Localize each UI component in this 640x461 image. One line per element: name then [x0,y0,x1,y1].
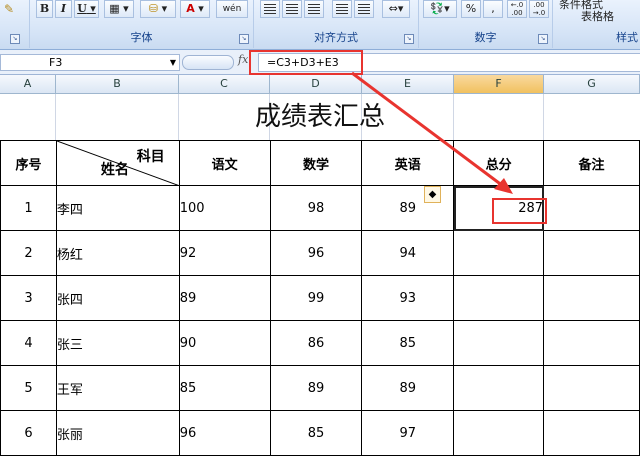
formula-highlight-box [249,50,363,75]
annotation-overlay [249,50,547,224]
annotation-arrow-line [351,71,504,188]
result-highlight-box [492,198,547,224]
